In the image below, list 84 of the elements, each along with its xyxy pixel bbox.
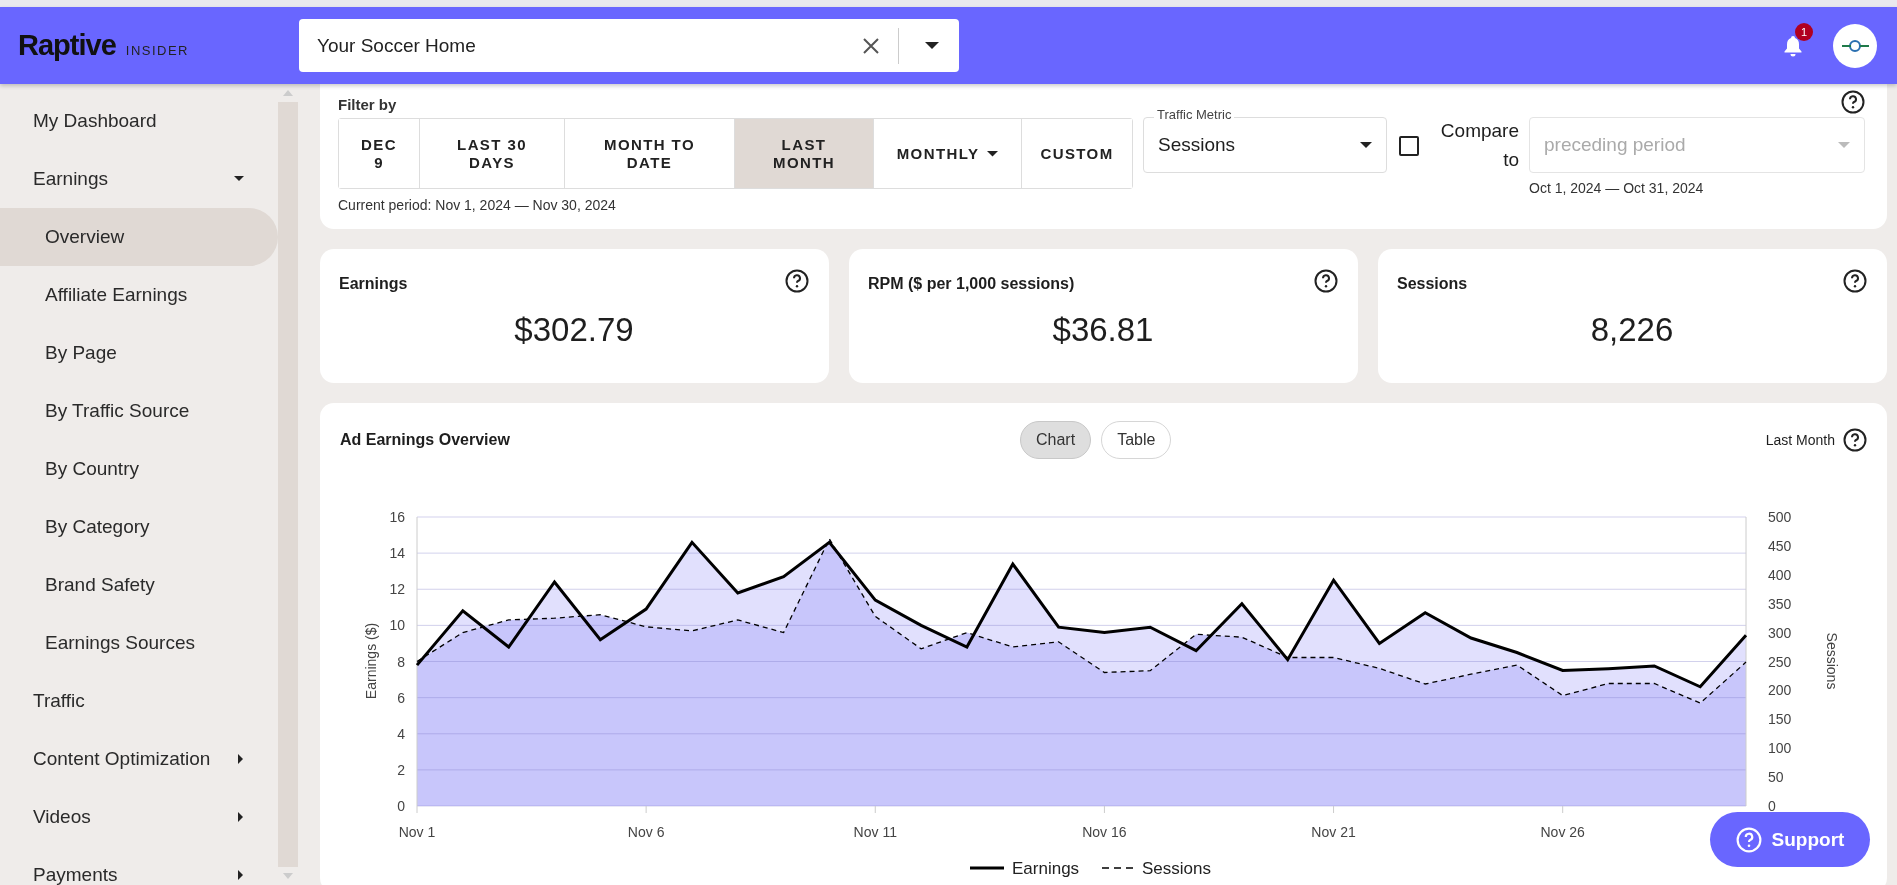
sidebar-subitem[interactable]: Brand Safety (0, 556, 278, 614)
axis-tick-label: 150 (1768, 711, 1792, 728)
legend-label: Earnings (1012, 859, 1080, 878)
sidebar-item[interactable]: Content Optimization (0, 730, 278, 788)
sidebar-subitem[interactable]: Earnings Sources (0, 614, 278, 672)
period-button[interactable]: LAST MONTH (735, 119, 874, 188)
axis-tick-label: 0 (1768, 798, 1776, 814)
help-icon[interactable] (1314, 269, 1338, 293)
caret-right-icon (238, 812, 244, 822)
legend-line-icon (970, 866, 1004, 870)
axis-tick-label: 12 (389, 581, 405, 598)
current-period: Current period: Nov 1, 2024 — Nov 30, 2024 (338, 197, 616, 213)
legend-dashed-line-icon (1101, 867, 1135, 869)
caret-icon (1838, 141, 1850, 149)
caret-icon (987, 150, 999, 157)
axis-tick-label: Nov 6 (627, 824, 665, 840)
logo-suffix: INSIDER (125, 43, 189, 58)
help-icon (1735, 826, 1762, 853)
help-icon[interactable] (1843, 428, 1867, 452)
filter-title: Filter by (338, 96, 397, 113)
axis-tick-label: 0 (397, 798, 405, 814)
stat-title: Sessions (1397, 275, 1468, 293)
caret-right-icon (238, 870, 244, 880)
axis-tick-label: 100 (1768, 740, 1792, 757)
stat-value: $36.81 (1052, 311, 1154, 349)
caret-icon[interactable] (925, 41, 939, 50)
axis-tick-label: 10 (389, 617, 405, 634)
axis-tick-label: Nov 11 (853, 824, 897, 840)
period-label: Last Month (1765, 432, 1835, 448)
axis-tick-label: Nov 26 (1540, 824, 1585, 840)
sidebar-subitem[interactable]: By Traffic Source (0, 382, 278, 440)
stat-title: Earnings (339, 275, 408, 293)
sidebar-subitem[interactable]: Overview (0, 208, 278, 266)
view-toggle[interactable]: Chart (1020, 421, 1092, 459)
caret-right-icon (238, 754, 244, 764)
sidebar-subitem[interactable]: By Country (0, 440, 278, 498)
compare-range: Oct 1, 2024 — Oct 31, 2024 (1529, 180, 1704, 196)
axis-title: Earnings ($) (363, 622, 379, 700)
axis-tick-label: 200 (1768, 682, 1792, 699)
sidebar-subitem[interactable]: Affiliate Earnings (0, 266, 278, 324)
stat-value: $302.79 (514, 311, 634, 349)
bell-icon[interactable] (1783, 34, 1803, 57)
stat-title: RPM ($ per 1,000 sessions) (868, 275, 1075, 293)
axis-tick-label: 500 (1768, 509, 1792, 525)
sidebar-subitem[interactable]: By Page (0, 324, 278, 382)
axis-tick-label: Nov 1 (398, 824, 436, 840)
logo: Raptive (18, 29, 116, 62)
sidebar-item[interactable]: Traffic (0, 672, 278, 730)
sidebar-item[interactable]: Payments (0, 846, 278, 885)
axis-title: Sessions (1824, 632, 1840, 690)
axis-tick-label: 16 (389, 509, 405, 525)
sidebar-item[interactable]: Earnings (0, 150, 278, 208)
axis-tick-label: 6 (397, 689, 405, 706)
axis-tick-label: 300 (1768, 624, 1792, 641)
axis-tick-label: 400 (1768, 566, 1792, 583)
axis-tick-label: 2 (397, 761, 405, 778)
stat-value: 8,226 (1590, 311, 1674, 349)
compare-label: Compare to (1439, 119, 1519, 172)
notification-badge: 1 (1795, 22, 1813, 41)
axis-tick-label: Nov 16 (1082, 824, 1127, 840)
sidebar-subitem[interactable]: By Category (0, 498, 278, 556)
avatar-icon[interactable] (1833, 23, 1877, 68)
help-icon[interactable] (1841, 90, 1865, 114)
legend-label: Sessions (1142, 859, 1211, 878)
axis-tick-label: 50 (1768, 769, 1784, 786)
caret-icon (1360, 141, 1372, 149)
axis-tick-label: 14 (389, 545, 405, 562)
sidebar-item[interactable]: My Dashboard (0, 92, 278, 150)
axis-tick-label: 350 (1768, 595, 1792, 612)
period-button[interactable]: DEC 9 (339, 119, 420, 188)
site-select[interactable]: Your Soccer Home (299, 19, 959, 72)
axis-tick-label: 250 (1768, 653, 1792, 670)
clear-icon[interactable] (862, 36, 880, 55)
help-icon[interactable] (1843, 269, 1867, 293)
axis-tick-label: 8 (397, 653, 405, 670)
axis-tick-label: 450 (1768, 537, 1792, 554)
sidebar-item[interactable]: Videos (0, 788, 278, 846)
chart-title: Ad Earnings Overview (340, 431, 511, 449)
help-icon[interactable] (785, 269, 809, 293)
axis-tick-label: Nov 21 (1311, 824, 1356, 840)
view-toggle[interactable]: Table (1101, 421, 1172, 459)
support-button[interactable]: Support (1710, 812, 1870, 867)
axis-tick-label: 4 (397, 725, 405, 742)
caret-down-icon (234, 176, 244, 182)
